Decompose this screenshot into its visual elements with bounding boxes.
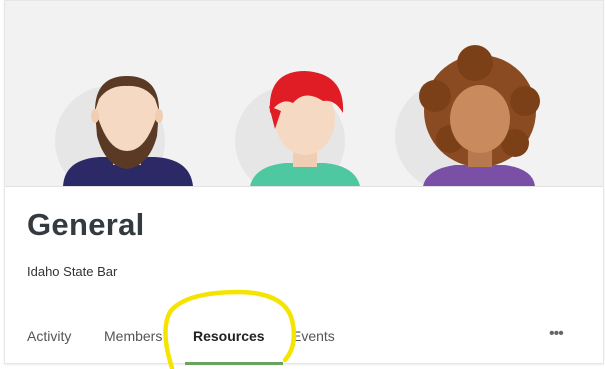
- tab-resources[interactable]: Resources: [193, 328, 265, 344]
- avatar-curly-woman: [395, 45, 540, 186]
- group-title: General: [27, 207, 145, 242]
- tab-activity[interactable]: Activity: [27, 328, 71, 344]
- more-horizontal-icon[interactable]: •••: [549, 325, 564, 343]
- active-tab-indicator: [185, 362, 283, 365]
- avatar-redhead-woman: [235, 71, 360, 186]
- avatars-illustration: [55, 45, 540, 186]
- group-tabs: Activity Members Resources Events •••: [5, 321, 603, 365]
- tab-members[interactable]: Members: [104, 328, 162, 344]
- avatar-bearded-man: [55, 76, 193, 186]
- group-card: General Idaho State Bar Activity Members…: [4, 0, 604, 365]
- group-banner: [5, 1, 603, 187]
- tab-events[interactable]: Events: [292, 328, 335, 344]
- group-organization: Idaho State Bar: [27, 264, 118, 279]
